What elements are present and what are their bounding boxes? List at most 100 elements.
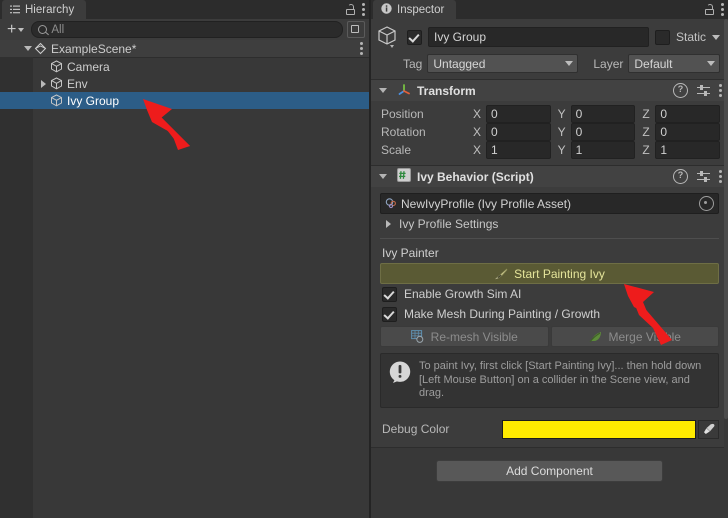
layer-dropdown[interactable]: Default bbox=[628, 54, 720, 73]
static-checkbox[interactable] bbox=[654, 29, 670, 45]
hierarchy-row-label: ExampleScene* bbox=[51, 41, 137, 56]
tab-hierarchy[interactable]: Hierarchy bbox=[2, 0, 87, 19]
chevron-down-icon bbox=[565, 61, 574, 66]
re-mesh-visible-label: Re-mesh Visible bbox=[430, 329, 518, 344]
hierarchy-row-camera[interactable]: Camera bbox=[0, 58, 369, 75]
kebab-menu-icon[interactable] bbox=[719, 170, 722, 183]
axis-group-z: Z0 bbox=[642, 105, 721, 123]
tab-label: Inspector bbox=[397, 3, 445, 16]
help-icon[interactable]: ? bbox=[673, 83, 688, 98]
component-title: Ivy Behavior (Script) bbox=[417, 169, 534, 184]
hierarchy-tabbar: Hierarchy bbox=[0, 0, 369, 19]
add-gameobject-button[interactable]: + bbox=[4, 21, 27, 38]
start-painting-ivy-button[interactable]: Start Painting Ivy bbox=[380, 263, 719, 284]
collapse-toggle-icon[interactable] bbox=[377, 174, 388, 179]
remesh-icon bbox=[410, 330, 425, 343]
gameobject-cube-icon bbox=[49, 60, 64, 73]
presets-icon[interactable] bbox=[697, 84, 710, 97]
object-picker-icon[interactable] bbox=[699, 196, 714, 211]
lock-icon[interactable] bbox=[705, 4, 714, 15]
kebab-menu-icon[interactable] bbox=[360, 42, 363, 55]
rotation-x-input[interactable]: 0 bbox=[486, 123, 551, 141]
csharp-script-icon bbox=[397, 168, 411, 185]
help-box: To paint Ivy, first click [Start Paintin… bbox=[380, 353, 719, 408]
checkbox-row-make-mesh-during-painting-growth[interactable]: Make Mesh During Painting / Growth bbox=[380, 304, 719, 324]
position-x-input[interactable]: 0 bbox=[486, 105, 551, 123]
transform-axis-icon bbox=[397, 82, 412, 99]
ivy-behavior-header[interactable]: Ivy Behavior (Script) ? bbox=[371, 166, 728, 187]
inspector-scrollbar[interactable] bbox=[724, 19, 728, 518]
scale-z-input[interactable]: 1 bbox=[655, 141, 721, 159]
scale-y-input[interactable]: 1 bbox=[570, 141, 636, 159]
inspector-tabbar: Inspector bbox=[371, 0, 728, 19]
collapse-toggle-icon[interactable] bbox=[377, 88, 388, 93]
re-mesh-visible-button[interactable]: Re-mesh Visible bbox=[380, 326, 549, 347]
search-input[interactable]: All bbox=[31, 21, 343, 38]
leaf-icon bbox=[589, 330, 603, 343]
position-y-input[interactable]: 0 bbox=[570, 105, 636, 123]
checkbox-make-mesh-during-painting-growth[interactable] bbox=[382, 306, 397, 322]
hierarchy-gutter bbox=[0, 40, 33, 518]
position-z-input[interactable]: 0 bbox=[655, 105, 721, 123]
gameobject-cube-icon bbox=[49, 77, 64, 90]
lock-icon[interactable] bbox=[346, 4, 355, 15]
add-component-button[interactable]: Add Component bbox=[436, 459, 663, 482]
hierarchy-tree[interactable]: ExampleScene* Camera Env Ivy Group bbox=[0, 40, 369, 518]
search-placeholder: All bbox=[51, 23, 65, 36]
axis-label-x: X bbox=[473, 107, 482, 121]
transform-header[interactable]: Transform ? bbox=[371, 80, 728, 101]
hierarchy-row-label: Env bbox=[67, 76, 88, 91]
hierarchy-row-label: Ivy Group bbox=[67, 93, 120, 108]
axis-group-z: Z0 bbox=[642, 123, 721, 141]
hierarchy-panel: Hierarchy + All ExampleScene* Camera Env Iv… bbox=[0, 0, 369, 518]
merge-visible-label: Merge Visible bbox=[608, 329, 681, 344]
hierarchy-row-label: Camera bbox=[67, 59, 110, 74]
merge-visible-button[interactable]: Merge Visible bbox=[550, 326, 719, 347]
tag-value: Untagged bbox=[433, 56, 486, 71]
checkbox-enable-growth-sim-ai[interactable] bbox=[382, 286, 397, 302]
eyedropper-icon[interactable] bbox=[698, 419, 719, 439]
debug-color-label: Debug Color bbox=[382, 422, 450, 436]
gameobject-enabled-checkbox[interactable] bbox=[407, 29, 422, 45]
transform-component: Transform ? Position X 0 Y 0 Z 0 Rotation X 0 Y 0 Z 0… bbox=[371, 80, 728, 166]
gameobject-name-field[interactable]: Ivy Group bbox=[428, 27, 649, 47]
axis-label-x: X bbox=[473, 143, 482, 157]
kebab-menu-icon[interactable] bbox=[721, 3, 724, 16]
transform-row-label: Scale bbox=[381, 143, 412, 157]
rotation-z-input[interactable]: 0 bbox=[655, 123, 721, 141]
axis-group-x: X1 bbox=[473, 141, 551, 159]
ivy-profile-settings-label: Ivy Profile Settings bbox=[399, 216, 499, 231]
unity-editor-window: Hierarchy + All ExampleScene* Camera Env Iv… bbox=[0, 0, 728, 518]
checkbox-row-enable-growth-sim-ai[interactable]: Enable Growth Sim AI bbox=[380, 284, 719, 304]
expand-toggle-icon bbox=[383, 220, 394, 228]
help-icon[interactable]: ? bbox=[673, 169, 688, 184]
tab-inspector[interactable]: Inspector bbox=[373, 0, 457, 19]
twisty-open-icon[interactable] bbox=[22, 46, 33, 51]
hierarchy-row-ivy-group[interactable]: Ivy Group bbox=[0, 92, 369, 109]
tag-dropdown[interactable]: Untagged bbox=[427, 54, 579, 73]
axis-label-z: Z bbox=[642, 125, 650, 139]
debug-color-swatch[interactable] bbox=[502, 419, 696, 439]
twisty-closed-icon[interactable] bbox=[38, 80, 49, 88]
static-dropdown-chevron-icon[interactable] bbox=[712, 34, 720, 40]
presets-icon[interactable] bbox=[697, 170, 710, 183]
chevron-down-icon bbox=[18, 27, 25, 32]
inspector-tab-icons bbox=[705, 0, 724, 19]
axis-group-x: X0 bbox=[473, 105, 551, 123]
scene-visibility-button[interactable] bbox=[347, 21, 365, 38]
kebab-menu-icon[interactable] bbox=[719, 84, 722, 97]
ivy-profile-settings-foldout[interactable]: Ivy Profile Settings bbox=[380, 214, 719, 233]
hierarchy-row-env[interactable]: Env bbox=[0, 75, 369, 92]
axis-label-x: X bbox=[473, 125, 482, 139]
layer-value: Default bbox=[634, 56, 673, 71]
ivy-profile-field[interactable]: NewIvyProfile (Ivy Profile Asset) bbox=[380, 193, 719, 214]
rotation-y-input[interactable]: 0 bbox=[570, 123, 636, 141]
scale-x-input[interactable]: 1 bbox=[486, 141, 551, 159]
chevron-down-icon bbox=[707, 61, 715, 66]
tab-label: Hierarchy bbox=[25, 3, 75, 16]
ivy-checkbox-group: Enable Growth Sim AI Make Mesh During Pai… bbox=[380, 284, 719, 324]
static-label: Static bbox=[675, 30, 706, 44]
kebab-menu-icon[interactable] bbox=[362, 3, 365, 16]
hierarchy-row-examplescene[interactable]: ExampleScene* bbox=[0, 40, 369, 57]
gameobject-header: Ivy Group Static Tag Untagged Layer Defa… bbox=[371, 19, 728, 80]
